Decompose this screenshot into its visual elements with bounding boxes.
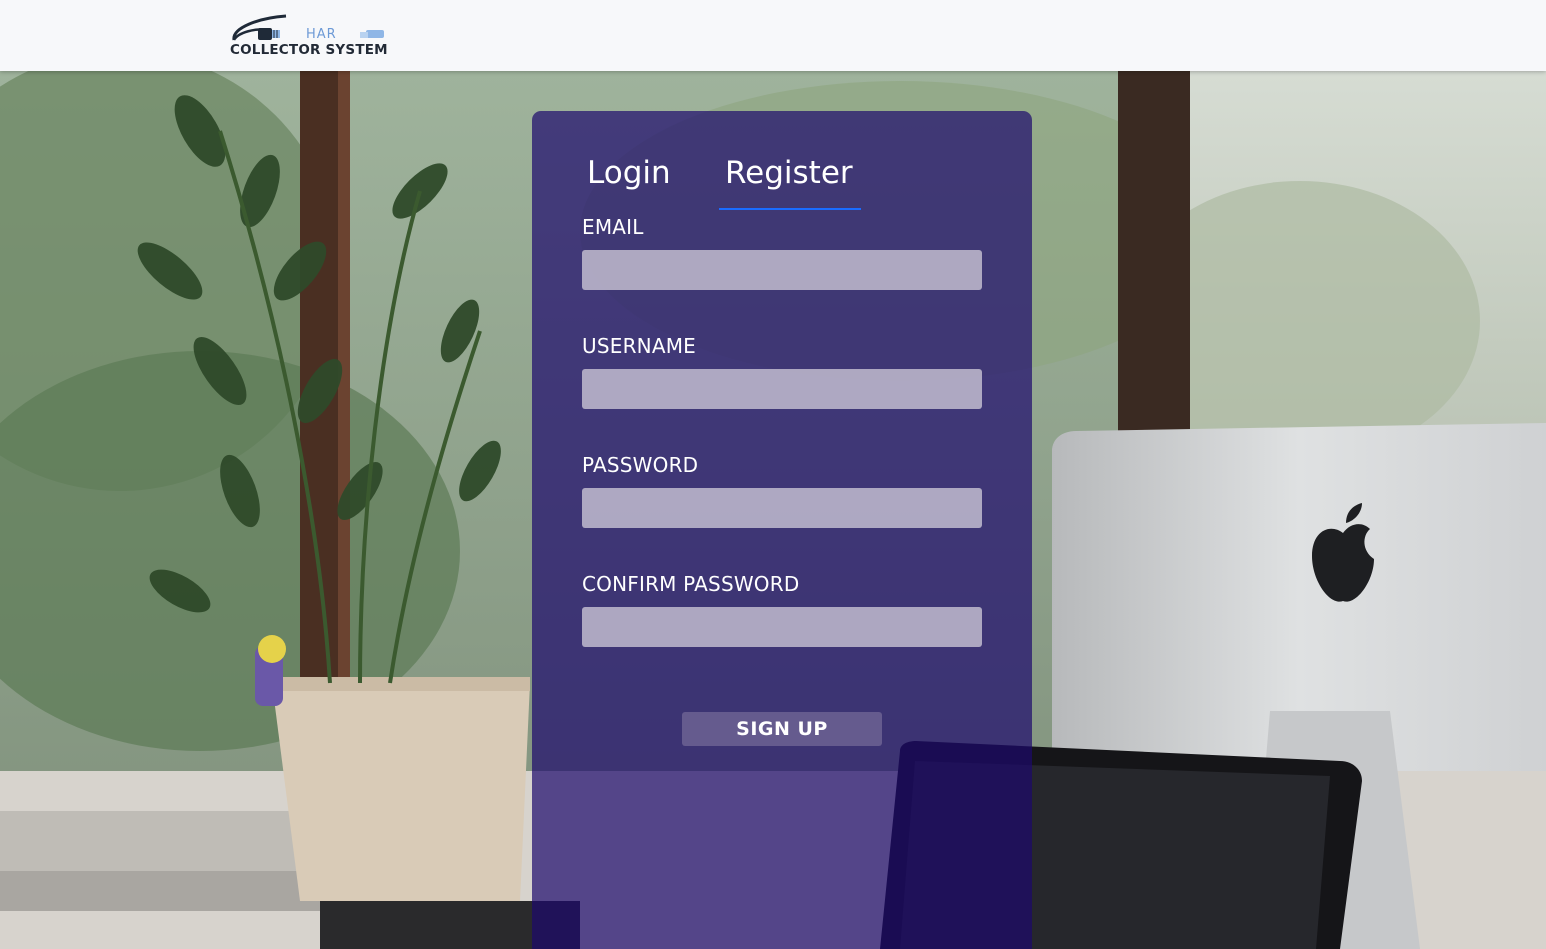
confirm-password-field[interactable] [582, 607, 982, 647]
username-label: USERNAME [582, 334, 697, 358]
password-field[interactable] [582, 488, 982, 528]
brand-name-top: HAR [306, 27, 337, 42]
active-tab-indicator [719, 208, 861, 210]
brand-name-bottom: COLLECTOR SYSTEM [230, 42, 388, 58]
email-label: EMAIL [582, 215, 644, 239]
username-field[interactable] [582, 369, 982, 409]
sign-up-button[interactable]: SIGN UP [682, 712, 882, 746]
top-navbar: HAR COLLECTOR SYSTEM [0, 0, 1546, 71]
brand-logo[interactable]: HAR COLLECTOR SYSTEM [228, 10, 398, 62]
register-panel: Login Register EMAIL USERNAME PASSWORD C… [532, 111, 1032, 949]
tab-login[interactable]: Login [587, 155, 671, 191]
tab-register[interactable]: Register [725, 155, 853, 191]
password-label: PASSWORD [582, 453, 699, 477]
email-field[interactable] [582, 250, 982, 290]
confirm-password-label: CONFIRM PASSWORD [582, 572, 800, 596]
